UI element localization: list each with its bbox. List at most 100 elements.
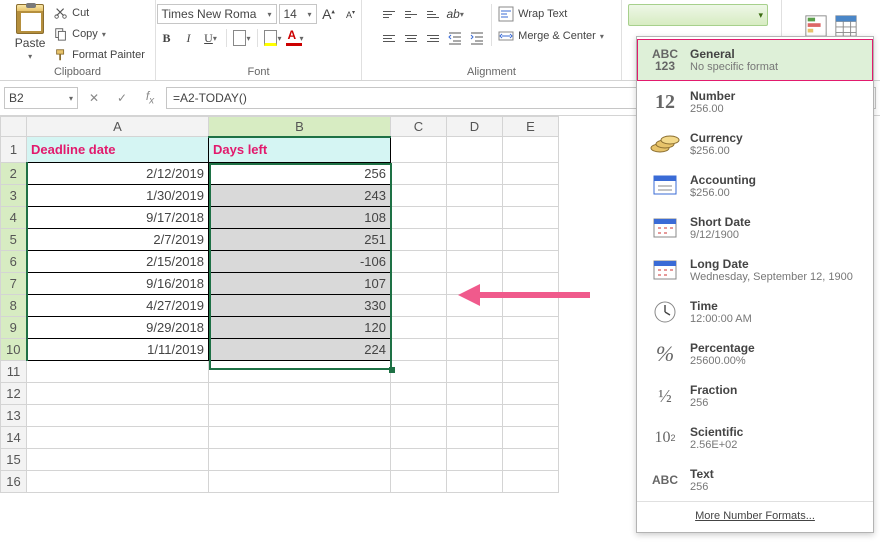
cell[interactable]: [447, 137, 503, 163]
cell[interactable]: Deadline date: [27, 137, 209, 163]
insert-function-button[interactable]: fx: [138, 87, 162, 109]
cell[interactable]: [503, 163, 559, 185]
shrink-font-button[interactable]: A▾: [341, 4, 361, 24]
cell[interactable]: [391, 163, 447, 185]
font-color-button[interactable]: ▾: [285, 28, 305, 48]
cell[interactable]: [447, 405, 503, 427]
cell[interactable]: 107: [209, 273, 391, 295]
col-header-C[interactable]: C: [391, 117, 447, 137]
cell[interactable]: [391, 405, 447, 427]
row-header[interactable]: 1: [1, 137, 27, 163]
cell[interactable]: [447, 317, 503, 339]
row-header[interactable]: 2: [1, 163, 27, 185]
row-header[interactable]: 11: [1, 361, 27, 383]
cell[interactable]: [503, 383, 559, 405]
col-header-D[interactable]: D: [447, 117, 503, 137]
format-option-shortdate[interactable]: Short Date9/12/1900: [637, 207, 873, 249]
cell[interactable]: [503, 251, 559, 273]
cell[interactable]: [503, 207, 559, 229]
decrease-indent-button[interactable]: [445, 28, 465, 48]
cell[interactable]: 120: [209, 317, 391, 339]
fill-color-button[interactable]: ▾: [263, 28, 283, 48]
cell[interactable]: 2/12/2019: [27, 163, 209, 185]
cell[interactable]: [391, 361, 447, 383]
cell[interactable]: [391, 471, 447, 493]
row-header[interactable]: 9: [1, 317, 27, 339]
cell[interactable]: [503, 339, 559, 361]
merge-center-button[interactable]: Merge & Center ▾: [498, 26, 604, 46]
cell[interactable]: -106: [209, 251, 391, 273]
cell[interactable]: 9/17/2018: [27, 207, 209, 229]
cut-button[interactable]: Cut: [54, 4, 145, 22]
cell[interactable]: [209, 383, 391, 405]
name-box[interactable]: B2 ▾: [4, 87, 78, 109]
format-option-general[interactable]: ABC123 GeneralNo specific format: [637, 39, 873, 81]
cell[interactable]: 108: [209, 207, 391, 229]
cell[interactable]: [503, 317, 559, 339]
fill-handle[interactable]: [389, 367, 395, 373]
more-number-formats-link[interactable]: More Number Formats...: [637, 501, 873, 530]
cell[interactable]: 224: [209, 339, 391, 361]
cell[interactable]: [503, 229, 559, 251]
col-header-E[interactable]: E: [503, 117, 559, 137]
cell[interactable]: 256: [209, 163, 391, 185]
align-top-button[interactable]: [379, 4, 399, 24]
align-bottom-button[interactable]: [423, 4, 443, 24]
row-header[interactable]: 10: [1, 339, 27, 361]
format-option-longdate[interactable]: Long DateWednesday, September 12, 1900: [637, 249, 873, 291]
font-size-dropdown[interactable]: 14▾: [279, 4, 317, 24]
cell[interactable]: 9/29/2018: [27, 317, 209, 339]
grow-font-button[interactable]: A▴: [319, 4, 339, 24]
cell[interactable]: 9/16/2018: [27, 273, 209, 295]
row-header[interactable]: 14: [1, 427, 27, 449]
format-painter-button[interactable]: Format Painter: [54, 46, 145, 64]
cell[interactable]: [391, 295, 447, 317]
cell[interactable]: [503, 449, 559, 471]
orientation-button[interactable]: ab▾: [445, 4, 465, 24]
cell[interactable]: [391, 449, 447, 471]
cell[interactable]: 4/27/2019: [27, 295, 209, 317]
cell[interactable]: [503, 471, 559, 493]
row-header[interactable]: 16: [1, 471, 27, 493]
paste-button[interactable]: Paste ▾: [10, 4, 50, 61]
cell[interactable]: [209, 471, 391, 493]
wrap-text-button[interactable]: Wrap Text: [498, 4, 604, 24]
cell[interactable]: [27, 471, 209, 493]
cell[interactable]: [447, 471, 503, 493]
cell[interactable]: [447, 383, 503, 405]
row-header[interactable]: 12: [1, 383, 27, 405]
enter-formula-button[interactable]: ✓: [110, 87, 134, 109]
row-header[interactable]: 6: [1, 251, 27, 273]
cell[interactable]: [27, 449, 209, 471]
cell[interactable]: [503, 361, 559, 383]
align-right-button[interactable]: [423, 28, 443, 48]
cell[interactable]: [447, 427, 503, 449]
format-option-time[interactable]: Time12:00:00 AM: [637, 291, 873, 333]
cell[interactable]: [447, 185, 503, 207]
cell[interactable]: [447, 251, 503, 273]
cell[interactable]: [447, 207, 503, 229]
row-header[interactable]: 8: [1, 295, 27, 317]
cell[interactable]: 2/15/2018: [27, 251, 209, 273]
cell[interactable]: [209, 449, 391, 471]
cell[interactable]: 330: [209, 295, 391, 317]
format-option-accounting[interactable]: Accounting$256.00: [637, 165, 873, 207]
row-header[interactable]: 15: [1, 449, 27, 471]
row-header[interactable]: 7: [1, 273, 27, 295]
borders-button[interactable]: ▾: [232, 28, 252, 48]
cell[interactable]: [503, 427, 559, 449]
row-header[interactable]: 13: [1, 405, 27, 427]
cell[interactable]: [209, 405, 391, 427]
row-header[interactable]: 4: [1, 207, 27, 229]
cell[interactable]: [27, 383, 209, 405]
align-middle-button[interactable]: [401, 4, 421, 24]
cell[interactable]: 1/11/2019: [27, 339, 209, 361]
row-header[interactable]: 3: [1, 185, 27, 207]
font-name-dropdown[interactable]: Times New Roma▾: [157, 4, 277, 24]
cancel-formula-button[interactable]: ✕: [82, 87, 106, 109]
col-header-B[interactable]: B: [209, 117, 391, 137]
cell[interactable]: [447, 229, 503, 251]
cell[interactable]: [391, 339, 447, 361]
format-option-currency[interactable]: Currency$256.00: [637, 123, 873, 165]
cell[interactable]: [27, 361, 209, 383]
